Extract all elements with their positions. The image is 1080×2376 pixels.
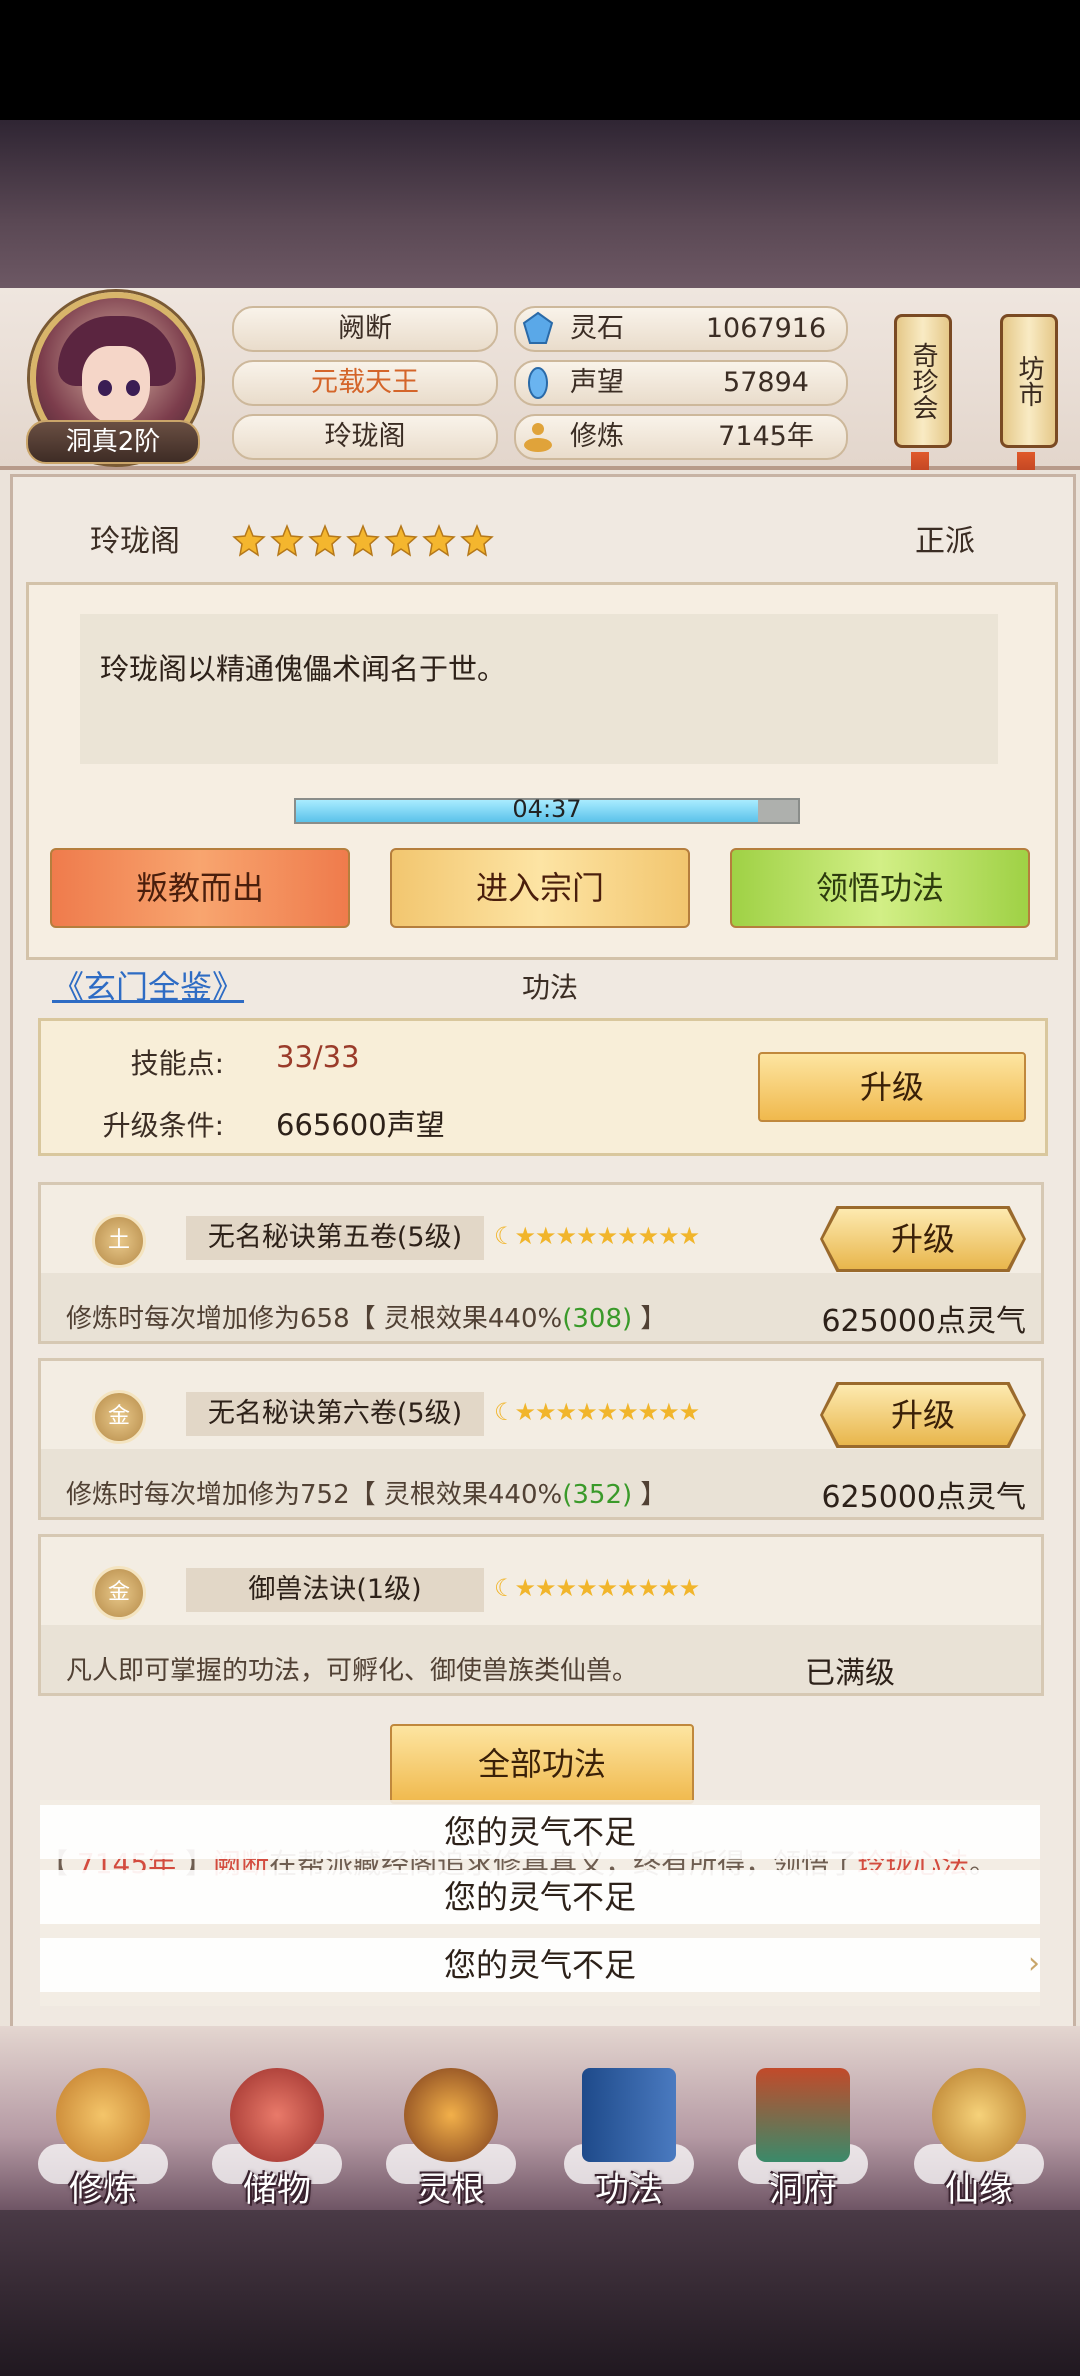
header-backdrop: [0, 120, 1080, 288]
all-techniques-button[interactable]: 全部功法: [390, 1724, 694, 1804]
status-bar-area: [0, 0, 1080, 120]
cave-dwelling-icon: [756, 2068, 850, 2162]
timer-text: 04:37: [512, 795, 582, 823]
cultivate-icon: [56, 2068, 150, 2162]
nav-fate[interactable]: 仙缘: [904, 2036, 1054, 2220]
enter-sect-button[interactable]: 进入宗门: [390, 848, 690, 928]
storage-bag-icon: [230, 2068, 324, 2162]
qizhen-market-scroll[interactable]: 奇珍会: [894, 314, 952, 448]
spirit-root-icon: [404, 2068, 498, 2162]
player-sect[interactable]: 玲珑阁: [232, 414, 498, 460]
spirit-stone-row: 灵石 1067916: [514, 306, 848, 352]
technique-upgrade-button[interactable]: 升级: [823, 1385, 1023, 1445]
chevron-right-icon[interactable]: ›: [1028, 1946, 1040, 1981]
technique-cost: 625000点灵气: [821, 1304, 1026, 1339]
technique-description: 修炼时每次增加修为658【 灵根效果440%(308) 】: [66, 1304, 667, 1334]
star-icon: [384, 524, 418, 557]
reputation-icon: [528, 367, 548, 399]
nav-cultivate[interactable]: 修炼: [28, 2036, 178, 2220]
learn-technique-button[interactable]: 领悟功法: [730, 848, 1030, 928]
toast-message: 您的灵气不足: [40, 1805, 1040, 1859]
nav-technique[interactable]: 功法: [554, 2036, 704, 2220]
technique-description: 凡人即可掌握的功法，可孵化、御使兽族类仙兽。: [66, 1656, 639, 1686]
technique-book-icon: [582, 2068, 676, 2162]
star-icon: [422, 524, 456, 557]
alignment-banner: 正派: [915, 524, 975, 559]
toast-message: 您的灵气不足: [40, 1870, 1040, 1924]
cultivation-label: 修炼: [570, 421, 624, 452]
metal-element-icon: 金: [92, 1390, 146, 1444]
star-icon: [308, 524, 342, 557]
reputation-label: 声望: [570, 367, 624, 398]
technique-description: 修炼时每次增加修为752【 灵根效果440%(352) 】: [66, 1480, 667, 1510]
technique-name: 无名秘诀第六卷(5级): [186, 1392, 484, 1436]
cultivation-value: 7145年: [718, 421, 814, 452]
star-icon: [460, 524, 494, 557]
rank-badge: 洞真2阶: [26, 420, 200, 464]
technique-name: 无名秘诀第五卷(5级): [186, 1216, 484, 1260]
technique-star-rating: ☾★★★★★★★★★: [494, 1574, 700, 1602]
bottom-strip: [0, 2210, 1080, 2376]
player-title[interactable]: 元载天王: [232, 360, 498, 406]
technique-section-title: 功法: [521, 971, 578, 1004]
technique-name: 御兽法诀(1级): [186, 1568, 484, 1612]
skill-points-label: 技能点:: [130, 1047, 224, 1080]
reputation-row: 声望 57894: [514, 360, 848, 406]
sect-star-rating: [232, 520, 502, 564]
spirit-stone-icon: [522, 311, 554, 344]
nav-spirit-root[interactable]: 灵根: [376, 2036, 526, 2220]
cultivation-row: 修炼 7145年: [514, 414, 848, 460]
reputation-value: 57894: [723, 367, 809, 398]
cultivation-icon: [524, 423, 552, 452]
player-name: 阙断: [232, 306, 498, 352]
fang-market-scroll[interactable]: 坊市: [1000, 314, 1058, 448]
star-icon: [232, 524, 266, 557]
upgrade-condition-value: 665600声望: [276, 1108, 445, 1142]
star-icon: [346, 524, 380, 557]
earth-element-icon: 土: [92, 1214, 146, 1268]
metal-element-icon: 金: [92, 1566, 146, 1620]
technique-cost: 625000点灵气: [821, 1480, 1026, 1515]
leave-sect-button[interactable]: 叛教而出: [50, 848, 350, 928]
nav-storage[interactable]: 储物: [202, 2036, 352, 2220]
star-icon: [270, 524, 304, 557]
sect-description-box: [80, 614, 998, 764]
technique-star-rating: ☾★★★★★★★★★: [494, 1398, 700, 1426]
toast-message: 您的灵气不足: [40, 1938, 1040, 1992]
technique-upgrade-button[interactable]: 升级: [823, 1209, 1023, 1269]
nav-cave[interactable]: 洞府: [728, 2036, 878, 2220]
sect-name-banner: 玲珑阁: [90, 524, 180, 559]
spirit-stone-label: 灵石: [570, 313, 624, 344]
sect-description: 玲珑阁以精通傀儡术闻名于世。: [100, 652, 507, 686]
technique-max-level: 已满级: [805, 1656, 895, 1691]
xuanmen-encyclopedia-link[interactable]: 《玄门全鉴》: [52, 962, 244, 1008]
skill-points-value: 33/33: [276, 1040, 360, 1074]
skill-upgrade-button[interactable]: 升级: [758, 1052, 1026, 1122]
spirit-stone-value: 1067916: [705, 313, 827, 344]
technique-star-rating: ☾★★★★★★★★★: [494, 1222, 700, 1250]
upgrade-condition-label: 升级条件:: [102, 1109, 224, 1142]
immortal-fate-icon: [932, 2068, 1026, 2162]
